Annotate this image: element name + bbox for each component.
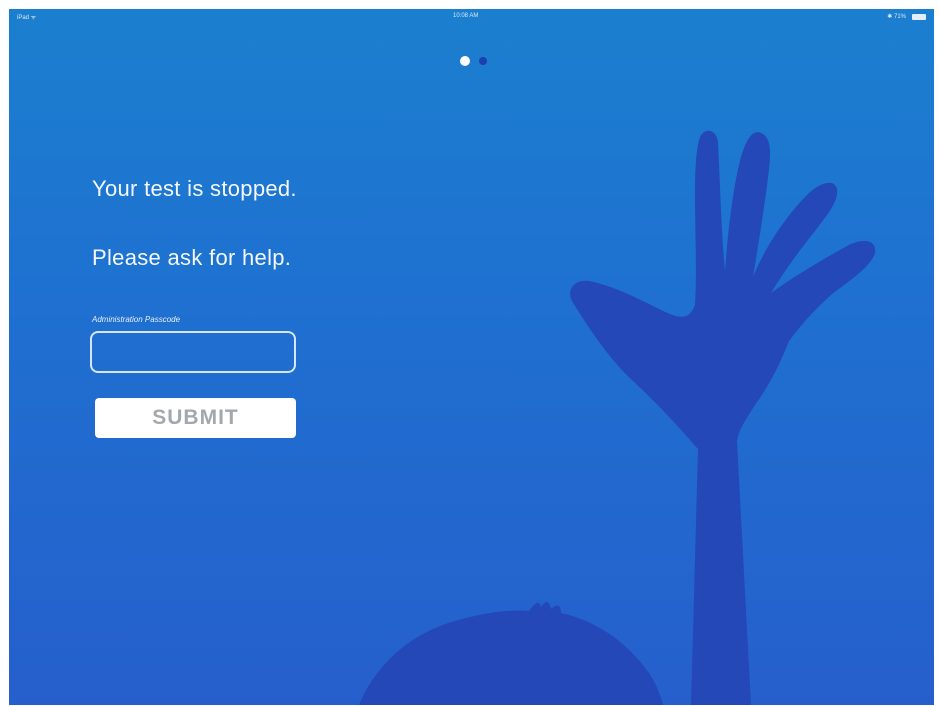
stopped-message: Your test is stopped. xyxy=(92,176,297,201)
passcode-label: Administration Passcode xyxy=(92,315,181,324)
raised-hand-icon xyxy=(570,130,876,705)
app-screen: iPad ᯤ 10:08 AM ✱ 71% Your test is stopp… xyxy=(9,9,934,705)
help-message: Please ask for help. xyxy=(92,245,292,270)
passcode-input[interactable] xyxy=(90,331,296,373)
head-silhouette-icon xyxy=(359,602,663,705)
submit-button[interactable]: SUBMIT xyxy=(95,398,296,438)
